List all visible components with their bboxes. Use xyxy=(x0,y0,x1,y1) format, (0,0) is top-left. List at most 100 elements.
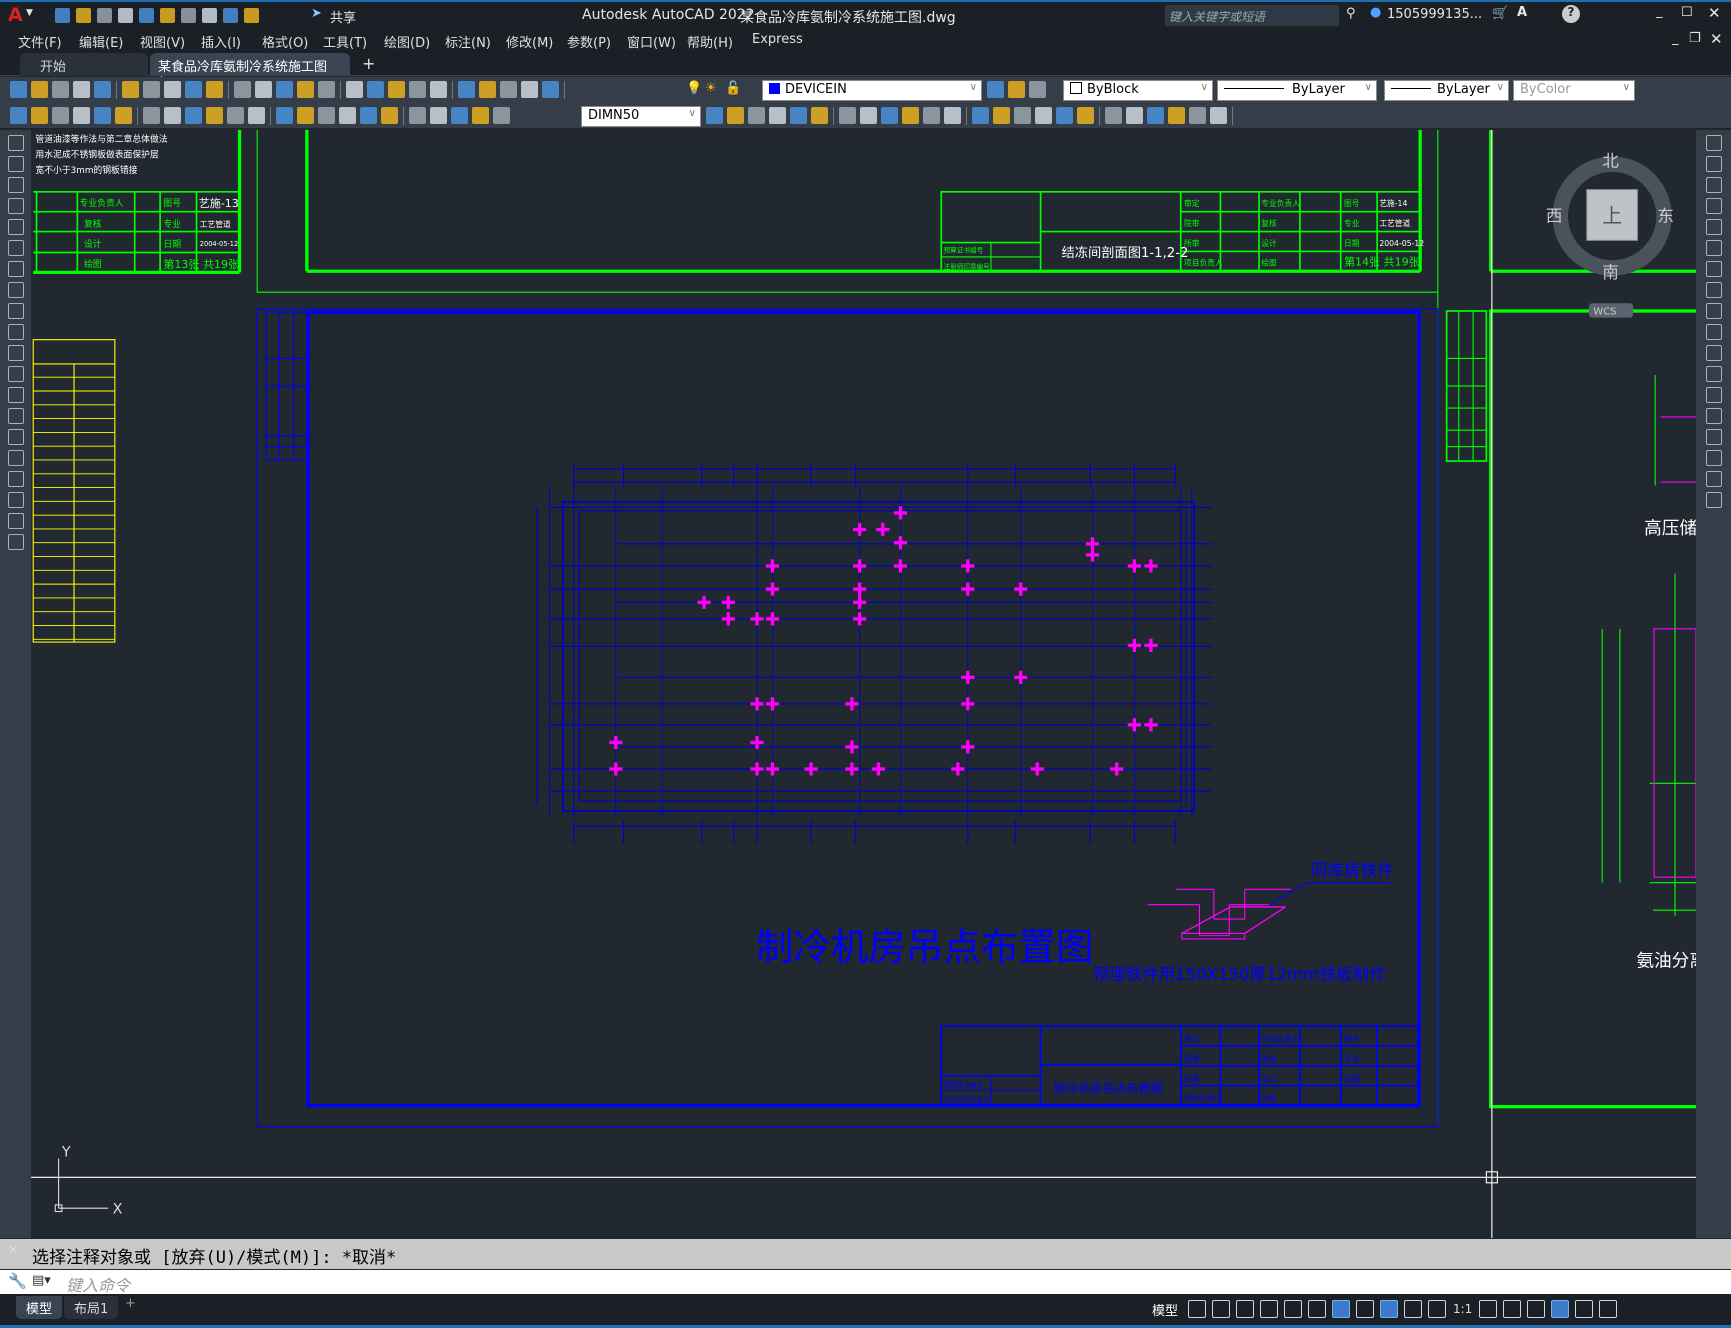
lineweight-icon[interactable] xyxy=(1356,1300,1374,1318)
minimize-button[interactable]: _ xyxy=(1656,4,1663,19)
sheetset-icon[interactable] xyxy=(479,81,496,98)
cart-icon[interactable]: 🛒 xyxy=(1492,6,1508,21)
break-point-icon[interactable] xyxy=(972,107,989,124)
copy-icon[interactable] xyxy=(185,81,202,98)
grid-icon[interactable] xyxy=(1188,1300,1206,1318)
menu-item[interactable]: Express xyxy=(752,32,803,47)
blend-icon[interactable] xyxy=(1705,471,1722,487)
undo-icon[interactable] xyxy=(202,8,217,23)
share-icon[interactable]: ➤ xyxy=(311,6,322,21)
offset-icon[interactable] xyxy=(1705,198,1722,214)
table-icon[interactable] xyxy=(7,492,24,508)
ellipse-arc-icon[interactable] xyxy=(7,345,24,361)
dimstyle-dropdown[interactable]: DIMN50 ∨ xyxy=(581,106,701,127)
new-icon[interactable] xyxy=(10,81,27,98)
menu-item[interactable]: 窗口(W) xyxy=(627,32,676,51)
arc-icon[interactable] xyxy=(7,240,24,256)
print-icon[interactable] xyxy=(181,8,196,23)
extend-icon[interactable] xyxy=(944,107,961,124)
fillet-icon[interactable] xyxy=(1056,107,1073,124)
aligned-dim-icon[interactable] xyxy=(94,107,111,124)
customize-qat-icon[interactable] xyxy=(244,8,259,23)
tab-start[interactable]: 开始 xyxy=(20,53,148,76)
clip-icon[interactable] xyxy=(1168,107,1185,124)
help-icon[interactable]: ? xyxy=(1562,5,1580,23)
attach-icon[interactable] xyxy=(1147,107,1164,124)
tab-layout1[interactable]: 布局1 xyxy=(64,1296,119,1319)
viewcube-west[interactable]: 西 xyxy=(1546,207,1563,226)
layer-match-icon[interactable] xyxy=(1008,81,1025,98)
dimstyle-icon[interactable] xyxy=(706,107,723,124)
save-icon[interactable] xyxy=(97,8,112,23)
layer-thaw-icon[interactable]: ☀ xyxy=(705,81,717,96)
annotation-scale-icon[interactable] xyxy=(1428,1300,1446,1318)
rotate-icon[interactable] xyxy=(1705,261,1722,277)
erase-icon[interactable] xyxy=(52,107,69,124)
revcloud-icon[interactable] xyxy=(7,282,24,298)
hatch-icon[interactable] xyxy=(7,429,24,445)
save-web-icon[interactable] xyxy=(160,8,175,23)
zoom-previous-icon[interactable] xyxy=(388,81,405,98)
copy-obj-icon[interactable] xyxy=(748,107,765,124)
menu-item[interactable]: 帮助(H) xyxy=(687,32,733,51)
move-icon[interactable] xyxy=(839,107,856,124)
break-icon[interactable] xyxy=(993,107,1010,124)
paste-icon[interactable] xyxy=(206,81,223,98)
design-center-icon[interactable] xyxy=(430,81,447,98)
osnap-icon[interactable] xyxy=(1332,1300,1350,1318)
polyline-icon[interactable] xyxy=(7,177,24,193)
publish-icon[interactable] xyxy=(143,81,160,98)
ellipse-icon[interactable] xyxy=(7,324,24,340)
autoscale-icon[interactable] xyxy=(1404,1300,1422,1318)
modify-icon[interactable] xyxy=(727,107,744,124)
zoom-window-icon[interactable] xyxy=(367,81,384,98)
tolerance-icon[interactable] xyxy=(360,107,377,124)
viewcube-south[interactable]: 南 xyxy=(1602,263,1619,282)
stretch-icon[interactable] xyxy=(1705,303,1722,319)
layer-on-icon[interactable]: 💡 xyxy=(686,81,702,96)
make-block-icon[interactable] xyxy=(7,387,24,403)
pan-icon[interactable] xyxy=(318,81,335,98)
menu-item[interactable]: 工具(T) xyxy=(323,32,367,51)
polygon-icon[interactable] xyxy=(7,198,24,214)
insert-icon[interactable] xyxy=(1126,107,1143,124)
edit-icon[interactable] xyxy=(10,107,27,124)
redo-icon[interactable] xyxy=(223,8,238,23)
doc-minimize-button[interactable]: _ xyxy=(1672,31,1679,46)
polar-icon[interactable] xyxy=(1260,1300,1278,1318)
menu-item[interactable]: 修改(M) xyxy=(506,32,553,51)
explode-icon[interactable] xyxy=(1705,492,1722,508)
gradient-icon[interactable] xyxy=(7,450,24,466)
search-input[interactable]: 键入关键字或短语 xyxy=(1165,5,1339,26)
join-icon[interactable] xyxy=(1705,408,1722,424)
doc-restore-button[interactable]: ❐ xyxy=(1689,31,1701,46)
menu-item[interactable]: 插入(I) xyxy=(201,32,241,51)
fillet-icon[interactable] xyxy=(1705,450,1722,466)
refedit-icon[interactable] xyxy=(1210,107,1227,124)
array-icon[interactable] xyxy=(811,107,828,124)
region-icon[interactable] xyxy=(7,471,24,487)
arc-length-icon[interactable] xyxy=(115,107,132,124)
plot-icon[interactable] xyxy=(122,81,139,98)
dimtedit-icon[interactable] xyxy=(472,107,489,124)
construction-line-icon[interactable] xyxy=(7,156,24,172)
save-as-icon[interactable] xyxy=(118,8,133,23)
markup-icon[interactable] xyxy=(500,81,517,98)
line-icon[interactable] xyxy=(7,135,24,151)
viewcube-top[interactable]: 上 xyxy=(1602,205,1622,228)
lineweight-dropdown[interactable]: ByLayer ∨ xyxy=(1384,80,1509,101)
radius-icon[interactable] xyxy=(164,107,181,124)
command-input[interactable]: 键入命令 xyxy=(0,1270,1731,1295)
jogged-linear-icon[interactable] xyxy=(430,107,447,124)
baseline-icon[interactable] xyxy=(276,107,293,124)
model-space-button[interactable]: 模型 xyxy=(1152,1300,1178,1319)
new-icon[interactable] xyxy=(55,8,70,23)
menu-item[interactable]: 格式(O) xyxy=(262,32,308,51)
frame-icon[interactable] xyxy=(1189,107,1206,124)
isodraft-icon[interactable] xyxy=(1284,1300,1302,1318)
trim-icon[interactable] xyxy=(923,107,940,124)
scale-icon[interactable] xyxy=(1705,282,1722,298)
inspect-icon[interactable] xyxy=(409,107,426,124)
mirror-icon[interactable] xyxy=(769,107,786,124)
offset-icon[interactable] xyxy=(790,107,807,124)
